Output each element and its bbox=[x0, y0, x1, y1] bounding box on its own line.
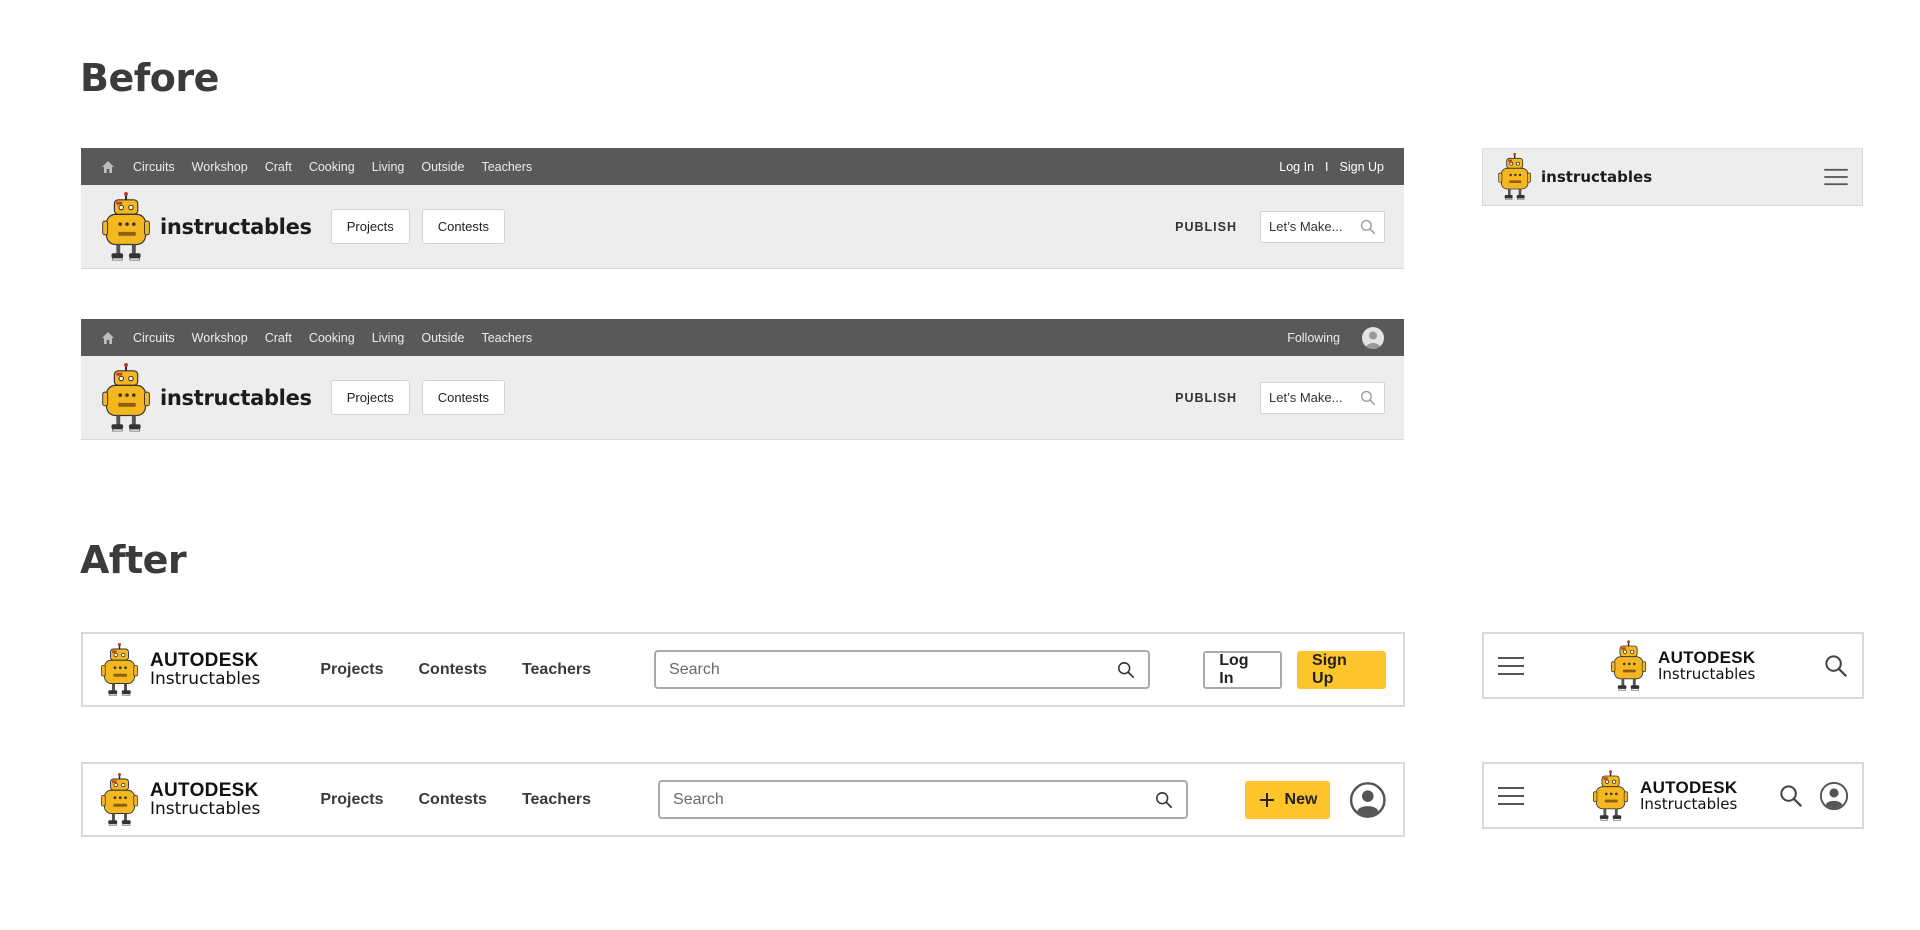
brand-instructables: Instructables bbox=[150, 799, 261, 819]
plus-icon bbox=[1259, 792, 1274, 807]
robot-logo-icon[interactable] bbox=[100, 363, 156, 433]
robot-logo-icon bbox=[1610, 639, 1650, 693]
search-icon[interactable] bbox=[1824, 654, 1848, 678]
search-input[interactable]: Let’s Make... bbox=[1260, 381, 1385, 414]
category-teachers[interactable]: Teachers bbox=[481, 331, 532, 345]
category-living[interactable]: Living bbox=[372, 160, 405, 174]
nav-contests[interactable]: Contests bbox=[418, 661, 486, 679]
new-header-logged-in: AUTODESK Instructables Projects Contests… bbox=[81, 762, 1405, 837]
hamburger-menu-icon[interactable] bbox=[1498, 656, 1524, 676]
contests-button[interactable]: Contests bbox=[421, 380, 506, 415]
new-mobile-header-logged-out: AUTODESK Instructables bbox=[1482, 632, 1864, 699]
search-placeholder: Let’s Make... bbox=[1269, 219, 1343, 234]
logo-text[interactable]: instructables bbox=[160, 215, 312, 239]
old-header-logged-out: Circuits Workshop Craft Cooking Living O… bbox=[81, 148, 1404, 269]
search-icon[interactable] bbox=[1155, 791, 1173, 809]
new-mobile-header-logged-in: AUTODESK Instructables bbox=[1482, 762, 1864, 829]
search-input[interactable]: Search bbox=[658, 780, 1188, 819]
search-icon[interactable] bbox=[1779, 784, 1803, 808]
projects-button[interactable]: Projects bbox=[330, 380, 410, 415]
old-main-bar: instructables Projects Contests PUBLISH … bbox=[81, 356, 1404, 440]
nav-projects[interactable]: Projects bbox=[320, 661, 383, 679]
brand-instructables: Instructables bbox=[150, 669, 261, 689]
brand-autodesk: AUTODESK bbox=[150, 780, 259, 801]
robot-logo-icon[interactable] bbox=[100, 192, 156, 262]
category-craft[interactable]: Craft bbox=[265, 160, 292, 174]
user-account-icon[interactable] bbox=[1350, 782, 1386, 818]
main-nav: Projects Contests Teachers bbox=[320, 791, 626, 809]
search-icon[interactable] bbox=[1360, 390, 1376, 406]
logo-text[interactable]: instructables bbox=[1541, 168, 1652, 186]
robot-logo-icon[interactable] bbox=[1497, 153, 1535, 201]
hamburger-menu-icon[interactable] bbox=[1824, 168, 1848, 186]
search-icon[interactable] bbox=[1360, 219, 1376, 235]
old-category-bar: Circuits Workshop Craft Cooking Living O… bbox=[81, 319, 1404, 356]
publish-link[interactable]: PUBLISH bbox=[1175, 391, 1237, 405]
category-living[interactable]: Living bbox=[372, 331, 405, 345]
new-header-logged-out: AUTODESK Instructables Projects Contests… bbox=[81, 632, 1405, 707]
avatar[interactable] bbox=[1362, 326, 1384, 349]
category-craft[interactable]: Craft bbox=[265, 331, 292, 345]
old-mobile-header: instructables bbox=[1482, 148, 1863, 206]
old-main-bar: instructables Projects Contests PUBLISH … bbox=[81, 185, 1404, 269]
category-outside[interactable]: Outside bbox=[421, 160, 464, 174]
search-input[interactable]: Search bbox=[654, 650, 1151, 689]
brand-autodesk: AUTODESK bbox=[1640, 778, 1738, 797]
category-circuits[interactable]: Circuits bbox=[133, 331, 175, 345]
new-button-label: New bbox=[1284, 790, 1318, 808]
home-icon[interactable] bbox=[101, 159, 117, 175]
after-heading: After bbox=[80, 538, 187, 582]
brand-instructables: Instructables bbox=[1658, 665, 1756, 683]
new-button[interactable]: New bbox=[1244, 780, 1331, 819]
category-workshop[interactable]: Workshop bbox=[192, 160, 248, 174]
home-icon[interactable] bbox=[101, 330, 117, 346]
publish-link[interactable]: PUBLISH bbox=[1175, 220, 1237, 234]
login-button[interactable]: Log In bbox=[1203, 650, 1283, 689]
robot-logo-icon bbox=[1592, 769, 1632, 823]
hamburger-menu-icon[interactable] bbox=[1498, 786, 1524, 806]
search-placeholder: Search bbox=[673, 790, 724, 808]
category-circuits[interactable]: Circuits bbox=[133, 160, 175, 174]
login-link[interactable]: Log In bbox=[1279, 160, 1314, 174]
robot-logo-icon bbox=[100, 641, 142, 699]
nav-teachers[interactable]: Teachers bbox=[522, 791, 591, 809]
brand-logo[interactable]: AUTODESK Instructables bbox=[1610, 639, 1756, 693]
category-cooking[interactable]: Cooking bbox=[309, 331, 355, 345]
contests-button[interactable]: Contests bbox=[421, 209, 506, 244]
projects-button[interactable]: Projects bbox=[330, 209, 410, 244]
search-input[interactable]: Let’s Make... bbox=[1260, 210, 1385, 243]
brand-logo[interactable]: AUTODESK Instructables bbox=[100, 771, 260, 829]
nav-projects[interactable]: Projects bbox=[320, 791, 383, 809]
following-link[interactable]: Following bbox=[1287, 331, 1340, 345]
search-icon[interactable] bbox=[1117, 661, 1135, 679]
before-heading: Before bbox=[80, 56, 219, 100]
auth-separator: I bbox=[1325, 159, 1329, 174]
signup-link[interactable]: Sign Up bbox=[1340, 160, 1384, 174]
category-cooking[interactable]: Cooking bbox=[309, 160, 355, 174]
search-placeholder: Search bbox=[669, 660, 720, 678]
category-outside[interactable]: Outside bbox=[421, 331, 464, 345]
category-workshop[interactable]: Workshop bbox=[192, 331, 248, 345]
brand-autodesk: AUTODESK bbox=[150, 650, 259, 671]
category-teachers[interactable]: Teachers bbox=[481, 160, 532, 174]
old-category-bar: Circuits Workshop Craft Cooking Living O… bbox=[81, 148, 1404, 185]
nav-teachers[interactable]: Teachers bbox=[522, 661, 591, 679]
signup-button[interactable]: Sign Up bbox=[1297, 650, 1386, 689]
old-header-logged-in: Circuits Workshop Craft Cooking Living O… bbox=[81, 319, 1404, 440]
brand-autodesk: AUTODESK bbox=[1658, 648, 1756, 667]
nav-contests[interactable]: Contests bbox=[418, 791, 486, 809]
brand-logo[interactable]: AUTODESK Instructables bbox=[100, 641, 260, 699]
main-nav: Projects Contests Teachers bbox=[320, 661, 626, 679]
brand-instructables: Instructables bbox=[1640, 795, 1738, 813]
search-placeholder: Let’s Make... bbox=[1269, 390, 1343, 405]
brand-logo[interactable]: AUTODESK Instructables bbox=[1592, 769, 1738, 823]
logo-text[interactable]: instructables bbox=[160, 386, 312, 410]
user-account-icon[interactable] bbox=[1820, 782, 1848, 810]
robot-logo-icon bbox=[100, 771, 142, 829]
